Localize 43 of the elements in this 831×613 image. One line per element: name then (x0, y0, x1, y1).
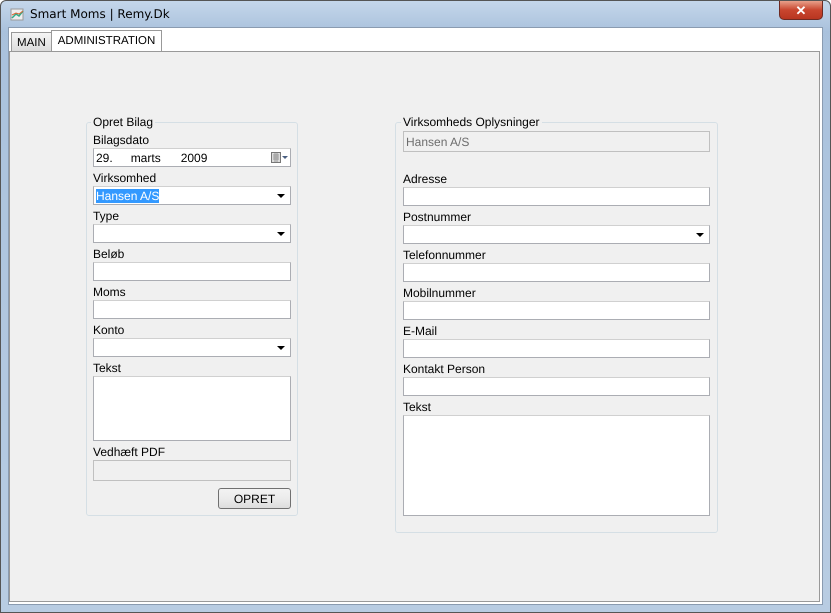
field-label: Virksomhed (93, 171, 158, 186)
field-label: Bilagsdato (93, 133, 150, 148)
dropdown[interactable] (93, 338, 291, 357)
input-field[interactable] (403, 263, 710, 282)
tab[interactable]: MAIN (11, 32, 52, 51)
create-button[interactable]: OPRET (218, 488, 291, 509)
field-label: Tekst (93, 361, 122, 376)
chart-icon (10, 7, 24, 21)
caret-icon (277, 346, 285, 350)
dropdown[interactable] (403, 225, 710, 244)
input-field[interactable] (93, 300, 291, 319)
field-label: Postnummer (403, 210, 472, 225)
input-field[interactable] (403, 339, 710, 358)
field-label: Beløb (93, 247, 126, 262)
field-label: Type (93, 209, 120, 224)
field-label: Telefonnummer (403, 248, 487, 263)
field-label: Vedhæft PDF (93, 445, 166, 460)
input-field[interactable]: Hansen A/S (403, 131, 710, 152)
dropdown[interactable] (93, 224, 291, 243)
group-title: Virksomheds Oplysninger (402, 115, 541, 129)
window-title: Smart Moms | Remy.Dk (30, 7, 170, 21)
field-label: Konto (93, 323, 126, 338)
field-label: Adresse (403, 172, 448, 187)
field-label: Mobilnummer (403, 286, 477, 301)
calendar-icon[interactable] (271, 152, 288, 163)
text-area[interactable] (93, 376, 291, 441)
input-field[interactable] (93, 460, 291, 481)
tab[interactable]: ADMINISTRATION (50, 30, 162, 51)
group-title: Opret Bilag (92, 115, 154, 129)
input-field[interactable] (403, 301, 710, 320)
caret-icon (277, 232, 285, 236)
field-label: Tekst (403, 400, 432, 415)
field-label: Moms (93, 285, 127, 300)
close-button[interactable]: ✕ (779, 1, 823, 20)
field-label: E-Mail (403, 324, 438, 339)
field-label: Kontakt Person (403, 362, 486, 377)
input-field[interactable] (403, 187, 710, 206)
date-picker[interactable]: 29. marts 2009 (93, 148, 291, 167)
caret-icon (277, 194, 285, 198)
input-field[interactable] (93, 262, 291, 281)
text-area[interactable] (403, 415, 710, 516)
input-field[interactable] (403, 377, 710, 396)
caret-icon (696, 232, 704, 236)
